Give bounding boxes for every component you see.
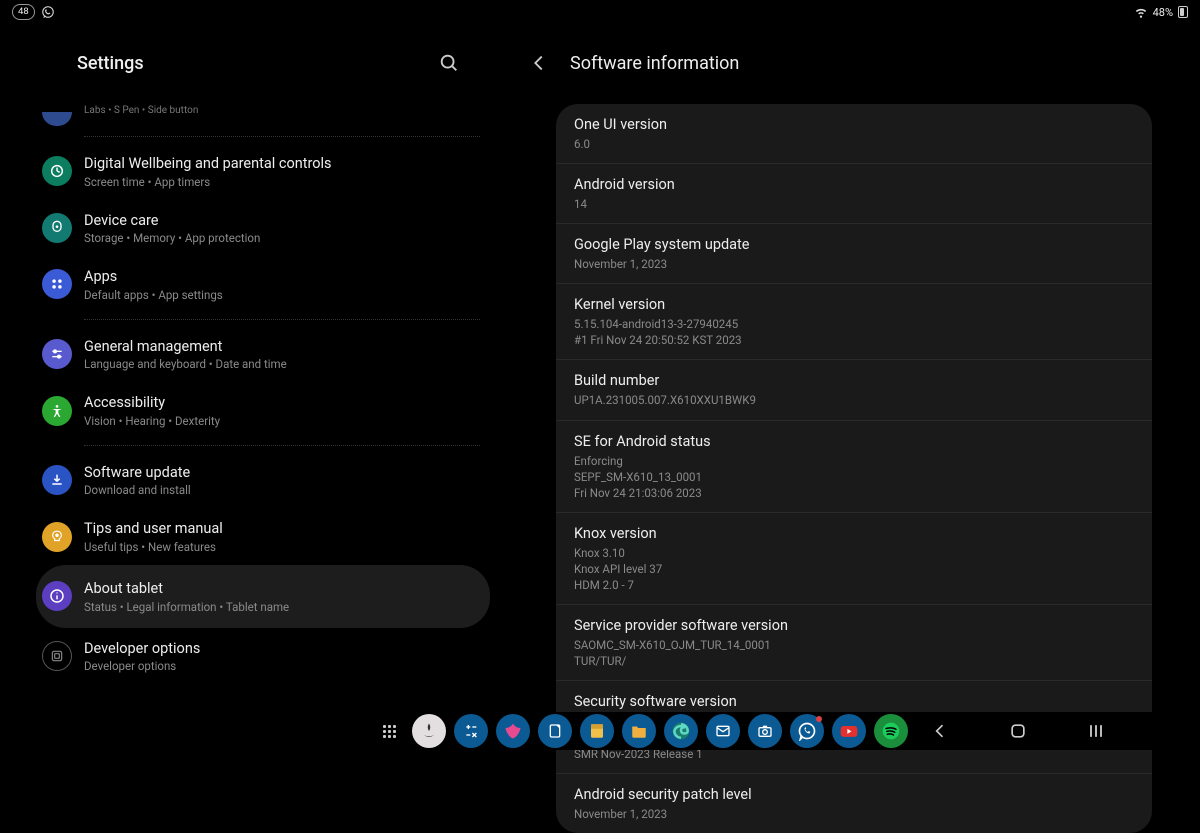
sidebar-item-apps[interactable]: AppsDefault apps • App settings: [36, 256, 500, 313]
info-row-kernel[interactable]: Kernel version5.15.104-android13-3-27940…: [556, 284, 1152, 360]
info-row-provider[interactable]: Service provider software versionSAOMC_S…: [556, 605, 1152, 681]
nav-home-icon[interactable]: [1008, 721, 1028, 741]
sidebar-item-developer[interactable]: Developer optionsDeveloper options: [36, 628, 500, 685]
info-row-gplay[interactable]: Google Play system updateNovember 1, 202…: [556, 224, 1152, 284]
sidebar-item-label: Apps: [84, 267, 223, 287]
status-badge-48: 48: [12, 4, 35, 20]
taskbar: [0, 712, 1200, 750]
sidebar-item-general[interactable]: General managementLanguage and keyboard …: [36, 326, 500, 383]
sidebar-item-advanced-partial[interactable]: Labs • S Pen • Side button: [36, 96, 500, 130]
clipboard-icon[interactable]: [538, 714, 572, 748]
info-icon: [42, 581, 72, 611]
youtube-icon[interactable]: [832, 714, 866, 748]
info-row-knox[interactable]: Knox versionKnox 3.10 Knox API level 37 …: [556, 513, 1152, 605]
sidebar-item-wellbeing[interactable]: Digital Wellbeing and parental controlsS…: [36, 143, 500, 200]
apps-icon: [42, 269, 72, 299]
whatsapp-app-icon[interactable]: [790, 714, 824, 748]
settings-sidebar-pane: Settings Labs • S Pen • Side button Digi…: [0, 24, 500, 712]
mail-icon[interactable]: [706, 714, 740, 748]
info-row-patch[interactable]: Android security patch levelNovember 1, …: [556, 774, 1152, 833]
sidebar-item-label: Device care: [84, 211, 260, 231]
sidebar-item-software-update[interactable]: Software updateDownload and install: [36, 452, 500, 509]
developer-icon: [42, 641, 72, 671]
nav-back-icon[interactable]: [930, 721, 950, 741]
status-bar: 48 48%: [0, 0, 1200, 24]
battery-icon: [1178, 6, 1188, 18]
sidebar-item-label: Accessibility: [84, 393, 220, 413]
battery-percent: 48%: [1153, 6, 1173, 19]
gallery-icon[interactable]: [496, 714, 530, 748]
software-update-icon: [42, 465, 72, 495]
info-row-one-ui[interactable]: One UI version6.0: [556, 104, 1152, 164]
notes-icon[interactable]: [580, 714, 614, 748]
nav-recents-icon[interactable]: [1086, 721, 1106, 741]
page-title: Settings: [77, 53, 144, 74]
tips-icon: [42, 522, 72, 552]
detail-title: Software information: [570, 53, 739, 74]
sidebar-item-label: General management: [84, 337, 287, 357]
info-row-build[interactable]: Build numberUP1A.231005.007.X610XXU1BWK9: [556, 360, 1152, 420]
sidebar-item-label: Digital Wellbeing and parental controls: [84, 154, 332, 174]
divider: [84, 136, 480, 137]
accessibility-icon: [42, 396, 72, 426]
sidebar-item-device-care[interactable]: Device careStorage • Memory • App protec…: [36, 200, 500, 257]
general-icon: [42, 339, 72, 369]
search-icon[interactable]: [438, 52, 460, 74]
sidebar-item-about-tablet[interactable]: About tabletStatus • Legal information •…: [36, 565, 490, 628]
files-icon[interactable]: [622, 714, 656, 748]
device-care-icon: [42, 213, 72, 243]
sidebar-item-label: Software update: [84, 463, 191, 483]
divider: [84, 445, 480, 446]
sidebar-item-label: Tips and user manual: [84, 519, 223, 539]
spotify-icon[interactable]: [874, 714, 908, 748]
wellbeing-icon: [42, 156, 72, 186]
camera-icon[interactable]: [748, 714, 782, 748]
penup-icon[interactable]: [412, 714, 446, 748]
info-row-se[interactable]: SE for Android statusEnforcing SEPF_SM-X…: [556, 421, 1152, 513]
calculator-icon[interactable]: [454, 714, 488, 748]
sidebar-item-tips[interactable]: Tips and user manualUseful tips • New fe…: [36, 508, 500, 565]
sidebar-item-label: Developer options: [84, 639, 200, 659]
info-row-android[interactable]: Android version14: [556, 164, 1152, 224]
divider: [84, 319, 480, 320]
edge-icon[interactable]: [664, 714, 698, 748]
whatsapp-icon: [41, 5, 55, 19]
sidebar-item-label: About tablet: [84, 579, 289, 599]
detail-pane: Software information One UI version6.0 A…: [500, 24, 1200, 712]
back-arrow-icon[interactable]: [528, 52, 550, 74]
wifi-icon: [1134, 5, 1148, 19]
notification-dot-icon: [816, 716, 822, 722]
app-drawer-icon[interactable]: [383, 725, 396, 738]
sidebar-item-accessibility[interactable]: AccessibilityVision • Hearing • Dexterit…: [36, 382, 500, 439]
advanced-icon: [42, 112, 72, 126]
